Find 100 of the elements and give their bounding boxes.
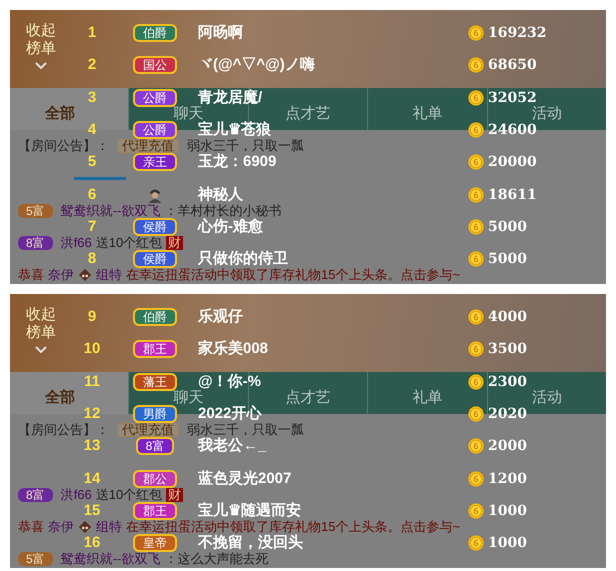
user-name[interactable]: 奈伊 xyxy=(48,520,74,534)
recharge-button[interactable]: 代理充值 xyxy=(117,139,179,154)
score: 32052 xyxy=(488,90,537,106)
title-badge: 藩王 xyxy=(133,372,177,391)
tab[interactable]: 全部 xyxy=(45,390,75,406)
title-badge: 郡王 xyxy=(133,340,177,358)
coin-icon xyxy=(468,122,484,138)
title-badge: 侯爵 xyxy=(133,218,177,236)
coin-icon xyxy=(468,374,484,390)
fortune-tag: 财 xyxy=(166,488,184,502)
coin-icon xyxy=(468,186,484,203)
user-name[interactable]: 鸳鸯织就--欲双飞 xyxy=(60,552,160,566)
tab[interactable]: 礼单 xyxy=(412,106,442,122)
user-name[interactable]: 不挽留，没回头 xyxy=(198,535,468,552)
user-name[interactable]: 只做你的侍卫 xyxy=(198,251,468,268)
chat-text: 送10个红包 xyxy=(96,488,162,502)
user-name[interactable]: 蓝色灵光2007 xyxy=(198,470,468,487)
tab[interactable]: 点才艺 xyxy=(285,106,330,122)
rank-number: 12 xyxy=(82,406,102,422)
user-name[interactable]: 组特 xyxy=(96,268,122,282)
title-badge: 公爵 xyxy=(133,88,177,107)
chat-text: ：羊村村长的小秘书 xyxy=(164,204,282,218)
score: 1200 xyxy=(488,470,527,487)
collapse-ranking-button[interactable]: 收起榜单 xyxy=(24,22,58,58)
coin-icon xyxy=(468,90,484,106)
broadcast-text: 恭喜 xyxy=(18,520,44,534)
title-badge: 侯爵 xyxy=(133,250,177,268)
score: 18611 xyxy=(488,186,537,203)
rank-number: 3 xyxy=(86,90,98,106)
rank-number: 6 xyxy=(88,186,98,203)
coin-icon xyxy=(468,406,484,422)
rank-number: 16 xyxy=(82,535,102,552)
title-badge: 亲王 xyxy=(133,153,177,172)
tab[interactable]: 活动 xyxy=(532,390,562,406)
score: 3500 xyxy=(488,341,527,358)
pet-icon xyxy=(78,520,92,534)
title-badge: 郡王 xyxy=(133,502,177,520)
coin-icon xyxy=(468,251,484,268)
user-name[interactable]: 青龙居魔/ xyxy=(198,90,468,106)
user-name[interactable]: 神秘人 xyxy=(198,186,468,203)
title-badge: 伯爵 xyxy=(133,24,177,42)
rank-number: 9 xyxy=(86,309,98,326)
chat-text: 弱水三千，只取一瓢 xyxy=(187,139,304,154)
score: 1000 xyxy=(488,502,527,519)
rank-number: 13 xyxy=(82,438,102,454)
tab[interactable]: 活动 xyxy=(532,106,562,122)
title-badge: 男爵 xyxy=(133,405,177,424)
user-name[interactable]: 玉龙：6909 xyxy=(198,154,468,170)
user-name[interactable]: 宝儿♛随遇而安 xyxy=(198,502,468,519)
title-badge: 8富 xyxy=(136,437,174,456)
title-badge: 伯爵 xyxy=(133,308,177,326)
pet-icon xyxy=(78,268,92,282)
rank-number: 11 xyxy=(83,374,101,390)
user-name[interactable]: 组特 xyxy=(96,520,122,534)
title-badge: 郡公 xyxy=(133,470,177,488)
score: 1000 xyxy=(488,535,527,552)
coin-icon xyxy=(468,341,484,358)
score: 4000 xyxy=(488,309,527,326)
rank-number: 10 xyxy=(82,341,102,358)
coin-icon xyxy=(468,438,484,454)
score: 2000 xyxy=(488,438,527,454)
tab[interactable]: 全部 xyxy=(45,106,75,122)
progress-strip xyxy=(74,176,126,180)
broadcast-text: 在幸运扭蛋活动中领取了库存礼物15个上头条。点击参与~ xyxy=(126,268,460,282)
fortune-tag: 财 xyxy=(166,236,184,250)
user-name[interactable]: 家乐美008 xyxy=(198,341,468,358)
wealth-badge: 8富 xyxy=(18,236,53,250)
user-name[interactable]: 阿旸啊 xyxy=(198,25,468,42)
title-badge: 公爵 xyxy=(133,121,177,140)
coin-icon xyxy=(468,535,484,552)
recharge-button[interactable]: 代理充值 xyxy=(117,423,179,438)
chevron-down-icon xyxy=(35,346,47,354)
tab[interactable]: 聊天 xyxy=(173,106,204,122)
broadcast-text: 恭喜 xyxy=(18,268,44,282)
chat-text: 弱水三千，只取一瓢 xyxy=(187,423,304,438)
chat-text: ：这么大声能去死 xyxy=(164,552,268,566)
rank-number: 2 xyxy=(86,57,98,74)
score: 5000 xyxy=(488,218,527,235)
score: 20000 xyxy=(488,154,537,170)
user-name[interactable]: 心伤-难愈 xyxy=(198,218,468,235)
user-name[interactable]: 鸳鸯织就--欲双飞 xyxy=(60,204,160,218)
broadcast-text: 在幸运扭蛋活动中领取了库存礼物15个上头条。点击参与~ xyxy=(126,520,460,534)
user-name[interactable]: @！你-% xyxy=(198,374,468,390)
user-name[interactable]: ヾ(@^▽^@)ノ嗨 xyxy=(198,57,468,74)
user-name[interactable]: 洪f66 xyxy=(60,488,92,502)
wealth-badge: 5富 xyxy=(18,552,53,566)
title-badge: 国公 xyxy=(133,56,177,74)
collapse-ranking-button[interactable]: 收起榜单 xyxy=(24,306,58,342)
chat-text: 送10个红包 xyxy=(96,236,162,250)
user-name[interactable]: 我老公←_ xyxy=(198,438,468,454)
coin-icon xyxy=(468,25,484,42)
tab[interactable]: 聊天 xyxy=(173,390,204,406)
user-name[interactable]: 奈伊 xyxy=(48,268,74,282)
coin-icon xyxy=(468,470,484,487)
tab[interactable]: 点才艺 xyxy=(285,390,330,406)
user-name[interactable]: 乐观仔 xyxy=(198,309,468,326)
tab[interactable]: 礼单 xyxy=(412,390,442,406)
user-name[interactable]: 洪f66 xyxy=(60,236,92,250)
chevron-down-icon xyxy=(35,62,47,70)
score: 68650 xyxy=(488,57,537,74)
